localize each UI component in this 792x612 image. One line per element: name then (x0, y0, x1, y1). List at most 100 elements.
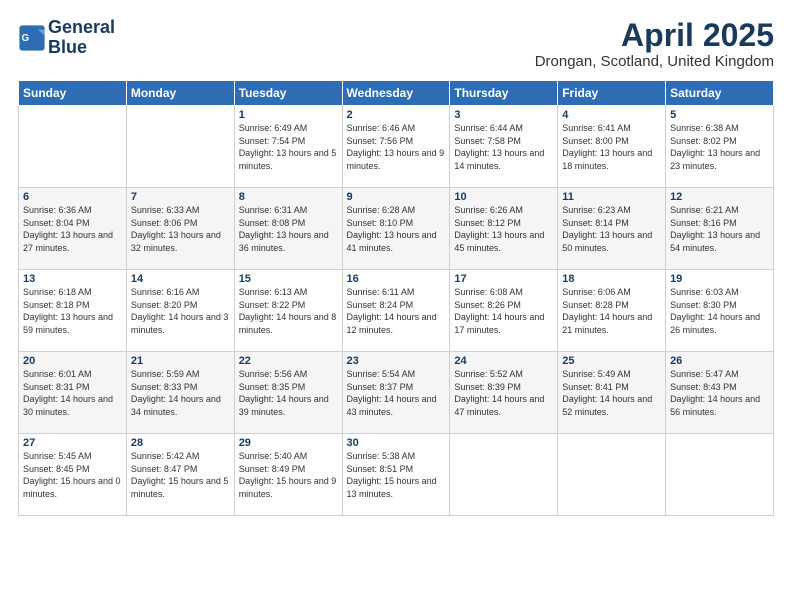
day-number: 10 (454, 191, 553, 203)
day-info: Sunrise: 5:40 AM Sunset: 8:49 PM Dayligh… (239, 450, 338, 500)
day-number: 28 (131, 437, 230, 449)
day-info: Sunrise: 6:26 AM Sunset: 8:12 PM Dayligh… (454, 204, 553, 254)
day-number: 7 (131, 191, 230, 203)
calendar-cell: 10Sunrise: 6:26 AM Sunset: 8:12 PM Dayli… (450, 188, 558, 270)
day-number: 19 (670, 273, 769, 285)
calendar-cell: 1Sunrise: 6:49 AM Sunset: 7:54 PM Daylig… (234, 106, 342, 188)
logo-icon: G (18, 24, 46, 52)
calendar-cell: 25Sunrise: 5:49 AM Sunset: 8:41 PM Dayli… (558, 352, 666, 434)
calendar-cell: 2Sunrise: 6:46 AM Sunset: 7:56 PM Daylig… (342, 106, 450, 188)
header-day-tuesday: Tuesday (234, 81, 342, 106)
day-number: 9 (347, 191, 446, 203)
day-info: Sunrise: 6:28 AM Sunset: 8:10 PM Dayligh… (347, 204, 446, 254)
calendar-cell: 28Sunrise: 5:42 AM Sunset: 8:47 PM Dayli… (126, 434, 234, 516)
header: G General Blue April 2025 Drongan, Scotl… (18, 18, 774, 70)
day-number: 23 (347, 355, 446, 367)
day-info: Sunrise: 6:08 AM Sunset: 8:26 PM Dayligh… (454, 286, 553, 336)
calendar-cell: 12Sunrise: 6:21 AM Sunset: 8:16 PM Dayli… (666, 188, 774, 270)
day-number: 12 (670, 191, 769, 203)
day-number: 11 (562, 191, 661, 203)
calendar-cell: 26Sunrise: 5:47 AM Sunset: 8:43 PM Dayli… (666, 352, 774, 434)
calendar-cell: 20Sunrise: 6:01 AM Sunset: 8:31 PM Dayli… (19, 352, 127, 434)
day-info: Sunrise: 6:16 AM Sunset: 8:20 PM Dayligh… (131, 286, 230, 336)
header-day-monday: Monday (126, 81, 234, 106)
calendar-cell: 24Sunrise: 5:52 AM Sunset: 8:39 PM Dayli… (450, 352, 558, 434)
week-row-2: 13Sunrise: 6:18 AM Sunset: 8:18 PM Dayli… (19, 270, 774, 352)
svg-text:G: G (22, 33, 30, 44)
day-info: Sunrise: 5:45 AM Sunset: 8:45 PM Dayligh… (23, 450, 122, 500)
day-number: 25 (562, 355, 661, 367)
calendar-cell: 9Sunrise: 6:28 AM Sunset: 8:10 PM Daylig… (342, 188, 450, 270)
day-number: 24 (454, 355, 553, 367)
day-info: Sunrise: 6:18 AM Sunset: 8:18 PM Dayligh… (23, 286, 122, 336)
day-info: Sunrise: 6:36 AM Sunset: 8:04 PM Dayligh… (23, 204, 122, 254)
calendar-cell (666, 434, 774, 516)
calendar-cell: 6Sunrise: 6:36 AM Sunset: 8:04 PM Daylig… (19, 188, 127, 270)
calendar-cell (450, 434, 558, 516)
header-day-saturday: Saturday (666, 81, 774, 106)
calendar-cell: 14Sunrise: 6:16 AM Sunset: 8:20 PM Dayli… (126, 270, 234, 352)
day-number: 29 (239, 437, 338, 449)
header-day-thursday: Thursday (450, 81, 558, 106)
logo: G General Blue (18, 18, 115, 58)
week-row-3: 20Sunrise: 6:01 AM Sunset: 8:31 PM Dayli… (19, 352, 774, 434)
day-number: 5 (670, 109, 769, 121)
calendar-cell: 4Sunrise: 6:41 AM Sunset: 8:00 PM Daylig… (558, 106, 666, 188)
day-info: Sunrise: 6:06 AM Sunset: 8:28 PM Dayligh… (562, 286, 661, 336)
calendar-cell: 23Sunrise: 5:54 AM Sunset: 8:37 PM Dayli… (342, 352, 450, 434)
day-number: 16 (347, 273, 446, 285)
title-area: April 2025 Drongan, Scotland, United Kin… (535, 18, 774, 70)
calendar-cell: 16Sunrise: 6:11 AM Sunset: 8:24 PM Dayli… (342, 270, 450, 352)
calendar-cell: 30Sunrise: 5:38 AM Sunset: 8:51 PM Dayli… (342, 434, 450, 516)
day-number: 4 (562, 109, 661, 121)
day-number: 21 (131, 355, 230, 367)
calendar-body: 1Sunrise: 6:49 AM Sunset: 7:54 PM Daylig… (19, 106, 774, 516)
day-info: Sunrise: 6:21 AM Sunset: 8:16 PM Dayligh… (670, 204, 769, 254)
calendar-cell: 21Sunrise: 5:59 AM Sunset: 8:33 PM Dayli… (126, 352, 234, 434)
day-number: 14 (131, 273, 230, 285)
week-row-4: 27Sunrise: 5:45 AM Sunset: 8:45 PM Dayli… (19, 434, 774, 516)
day-info: Sunrise: 5:49 AM Sunset: 8:41 PM Dayligh… (562, 368, 661, 418)
calendar-cell: 29Sunrise: 5:40 AM Sunset: 8:49 PM Dayli… (234, 434, 342, 516)
day-info: Sunrise: 6:31 AM Sunset: 8:08 PM Dayligh… (239, 204, 338, 254)
day-info: Sunrise: 6:33 AM Sunset: 8:06 PM Dayligh… (131, 204, 230, 254)
main-title: April 2025 (535, 18, 774, 53)
day-number: 30 (347, 437, 446, 449)
calendar-cell: 18Sunrise: 6:06 AM Sunset: 8:28 PM Dayli… (558, 270, 666, 352)
calendar-cell (558, 434, 666, 516)
day-number: 18 (562, 273, 661, 285)
day-number: 27 (23, 437, 122, 449)
calendar-cell: 3Sunrise: 6:44 AM Sunset: 7:58 PM Daylig… (450, 106, 558, 188)
week-row-1: 6Sunrise: 6:36 AM Sunset: 8:04 PM Daylig… (19, 188, 774, 270)
day-info: Sunrise: 6:01 AM Sunset: 8:31 PM Dayligh… (23, 368, 122, 418)
day-info: Sunrise: 6:03 AM Sunset: 8:30 PM Dayligh… (670, 286, 769, 336)
calendar-cell: 19Sunrise: 6:03 AM Sunset: 8:30 PM Dayli… (666, 270, 774, 352)
header-row: SundayMondayTuesdayWednesdayThursdayFrid… (19, 81, 774, 106)
week-row-0: 1Sunrise: 6:49 AM Sunset: 7:54 PM Daylig… (19, 106, 774, 188)
day-info: Sunrise: 6:13 AM Sunset: 8:22 PM Dayligh… (239, 286, 338, 336)
calendar-cell: 7Sunrise: 6:33 AM Sunset: 8:06 PM Daylig… (126, 188, 234, 270)
day-info: Sunrise: 5:56 AM Sunset: 8:35 PM Dayligh… (239, 368, 338, 418)
day-info: Sunrise: 6:49 AM Sunset: 7:54 PM Dayligh… (239, 122, 338, 172)
day-info: Sunrise: 5:59 AM Sunset: 8:33 PM Dayligh… (131, 368, 230, 418)
day-info: Sunrise: 6:11 AM Sunset: 8:24 PM Dayligh… (347, 286, 446, 336)
day-info: Sunrise: 6:46 AM Sunset: 7:56 PM Dayligh… (347, 122, 446, 172)
day-info: Sunrise: 6:41 AM Sunset: 8:00 PM Dayligh… (562, 122, 661, 172)
header-day-sunday: Sunday (19, 81, 127, 106)
day-number: 26 (670, 355, 769, 367)
calendar-cell: 8Sunrise: 6:31 AM Sunset: 8:08 PM Daylig… (234, 188, 342, 270)
day-number: 17 (454, 273, 553, 285)
day-info: Sunrise: 6:38 AM Sunset: 8:02 PM Dayligh… (670, 122, 769, 172)
day-number: 22 (239, 355, 338, 367)
calendar-table: SundayMondayTuesdayWednesdayThursdayFrid… (18, 80, 774, 516)
calendar-cell (19, 106, 127, 188)
day-number: 15 (239, 273, 338, 285)
header-day-friday: Friday (558, 81, 666, 106)
calendar-cell: 15Sunrise: 6:13 AM Sunset: 8:22 PM Dayli… (234, 270, 342, 352)
day-number: 6 (23, 191, 122, 203)
day-info: Sunrise: 6:23 AM Sunset: 8:14 PM Dayligh… (562, 204, 661, 254)
day-info: Sunrise: 5:52 AM Sunset: 8:39 PM Dayligh… (454, 368, 553, 418)
day-info: Sunrise: 5:47 AM Sunset: 8:43 PM Dayligh… (670, 368, 769, 418)
day-number: 2 (347, 109, 446, 121)
calendar-header: SundayMondayTuesdayWednesdayThursdayFrid… (19, 81, 774, 106)
